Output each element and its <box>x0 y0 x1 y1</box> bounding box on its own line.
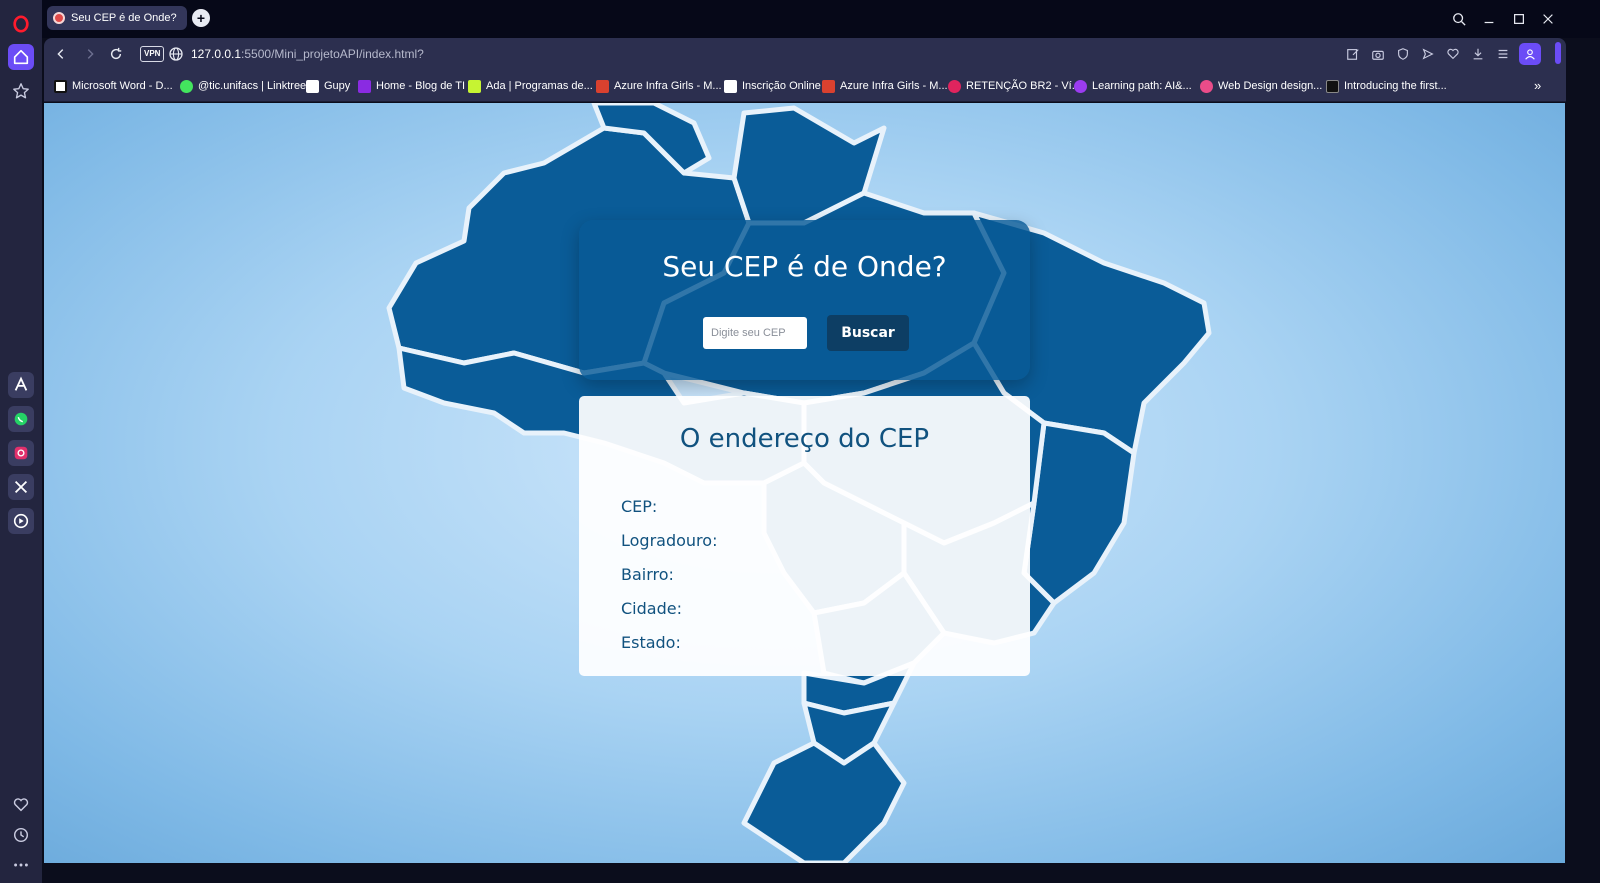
field-bairro: Bairro: <box>621 565 674 584</box>
notion-icon <box>54 79 67 93</box>
opera-sidebar <box>0 0 42 883</box>
bookmarks-overflow-button[interactable]: » <box>1534 78 1541 93</box>
new-tab-button[interactable]: + <box>192 9 210 27</box>
learning-icon <box>1074 79 1087 93</box>
bookmark-item[interactable]: @tic.unifacs | Linktree <box>180 78 306 94</box>
ada-icon <box>468 79 481 93</box>
bookmark-item[interactable]: Azure Infra Girls - M... <box>822 78 948 94</box>
bookmark-item[interactable]: Gupy <box>306 78 350 94</box>
forward-icon[interactable] <box>81 45 99 63</box>
search-tabs-icon[interactable] <box>1450 10 1468 28</box>
bookmark-label: Azure Infra Girls - M... <box>840 80 948 92</box>
bookmark-item[interactable]: Web Design design... <box>1200 78 1322 94</box>
maximize-icon[interactable] <box>1510 10 1528 28</box>
bookmarks-bar: Microsoft Word - D... @tic.unifacs | Lin… <box>44 70 1566 102</box>
camera-icon[interactable] <box>1369 45 1387 63</box>
edit-page-icon[interactable] <box>1344 45 1362 63</box>
bookmark-item[interactable]: Learning path: AI&... <box>1074 78 1192 94</box>
back-icon[interactable] <box>52 45 70 63</box>
adblock-shield-icon[interactable] <box>1394 45 1412 63</box>
bookmark-label: Introducing the first... <box>1344 80 1447 92</box>
cep-input[interactable] <box>703 317 807 349</box>
bookmark-item[interactable]: Ada | Programas de... <box>468 78 593 94</box>
bookmark-item[interactable]: Home - Blog de TI <box>358 78 465 94</box>
side-panel-indicator <box>1555 42 1561 64</box>
more-dots-icon[interactable] <box>8 852 34 878</box>
bookmark-label: Inscrição Online <box>742 80 821 92</box>
close-icon[interactable] <box>1539 10 1557 28</box>
azure-icon <box>822 79 835 93</box>
send-icon[interactable] <box>1419 45 1437 63</box>
address-bar: VPN 127.0.0.1:5500/Mini_projetoAPI/index… <box>44 38 1566 70</box>
bookmark-label: Ada | Programas de... <box>486 80 593 92</box>
retencao-icon <box>948 79 961 93</box>
linktree-icon <box>180 79 193 93</box>
download-icon[interactable] <box>1469 45 1487 63</box>
search-button[interactable]: Buscar <box>827 315 909 351</box>
globe-icon <box>169 47 183 61</box>
bookmark-label: @tic.unifacs | Linktree <box>198 80 307 92</box>
search-card: Seu CEP é de Onde? Buscar <box>579 220 1030 380</box>
heart-icon[interactable] <box>8 792 34 818</box>
favorite-heart-icon[interactable] <box>1444 45 1462 63</box>
profile-avatar-icon[interactable] <box>1519 43 1541 65</box>
active-tab[interactable]: Seu CEP é de Onde? <box>47 6 187 30</box>
dribbble-icon <box>1200 79 1213 93</box>
minimize-icon[interactable] <box>1480 10 1498 28</box>
opera-logo-icon[interactable] <box>8 11 34 37</box>
blog-icon <box>358 79 371 93</box>
url-path: :5500/Mini_projetoAPI/index.html? <box>241 47 424 61</box>
bookmark-item[interactable]: Microsoft Word - D... <box>54 78 173 94</box>
bookmarks-star-icon[interactable] <box>8 78 34 104</box>
field-cidade: Cidade: <box>621 599 682 618</box>
aria-icon[interactable] <box>8 372 34 398</box>
document-icon <box>724 79 737 93</box>
bookmark-label: Home - Blog de TI <box>376 80 466 92</box>
easy-setup-icon[interactable] <box>1494 45 1512 63</box>
azure-icon <box>596 79 609 93</box>
result-title: O endereço do CEP <box>679 424 930 454</box>
page-viewport: Seu CEP é de Onde? Buscar O endereço do … <box>44 103 1565 863</box>
instagram-icon[interactable] <box>8 440 34 466</box>
x-twitter-icon[interactable] <box>8 474 34 500</box>
page-title: Seu CEP é de Onde? <box>662 250 947 283</box>
window-bottom-edge <box>44 863 1566 883</box>
field-estado: Estado: <box>621 633 681 652</box>
bookmark-item[interactable]: Azure Infra Girls - M... <box>596 78 722 94</box>
tab-favicon-icon <box>53 12 65 24</box>
result-card: O endereço do CEP CEP: Logradouro: Bairr… <box>579 396 1030 676</box>
tab-title: Seu CEP é de Onde? <box>71 12 177 24</box>
bookmark-label: RETENÇÃO BR2 - Ví... <box>966 80 1081 92</box>
home-icon[interactable] <box>8 44 34 70</box>
tab-strip: Seu CEP é de Onde? + <box>42 0 1600 38</box>
bookmark-label: Gupy <box>324 80 351 92</box>
history-clock-icon[interactable] <box>8 822 34 848</box>
bookmark-label: Learning path: AI&... <box>1092 80 1192 92</box>
url-field[interactable]: 127.0.0.1:5500/Mini_projetoAPI/index.htm… <box>191 47 424 61</box>
gupy-icon <box>306 79 319 93</box>
bookmark-item[interactable]: Introducing the first... <box>1326 78 1447 94</box>
url-host: 127.0.0.1 <box>191 47 242 61</box>
bookmark-label: Microsoft Word - D... <box>72 80 173 92</box>
music-player-icon[interactable] <box>8 508 34 534</box>
field-logradouro: Logradouro: <box>621 531 718 550</box>
bookmark-item[interactable]: RETENÇÃO BR2 - Ví... <box>948 78 1081 94</box>
field-cep: CEP: <box>621 497 658 516</box>
bookmark-label: Web Design design... <box>1218 80 1323 92</box>
medium-icon <box>1326 79 1339 93</box>
reload-icon[interactable] <box>107 45 125 63</box>
bookmark-item[interactable]: Inscrição Online <box>724 78 821 94</box>
bookmark-label: Azure Infra Girls - M... <box>614 80 722 92</box>
whatsapp-icon[interactable] <box>8 406 34 432</box>
vpn-badge[interactable]: VPN <box>140 46 165 62</box>
